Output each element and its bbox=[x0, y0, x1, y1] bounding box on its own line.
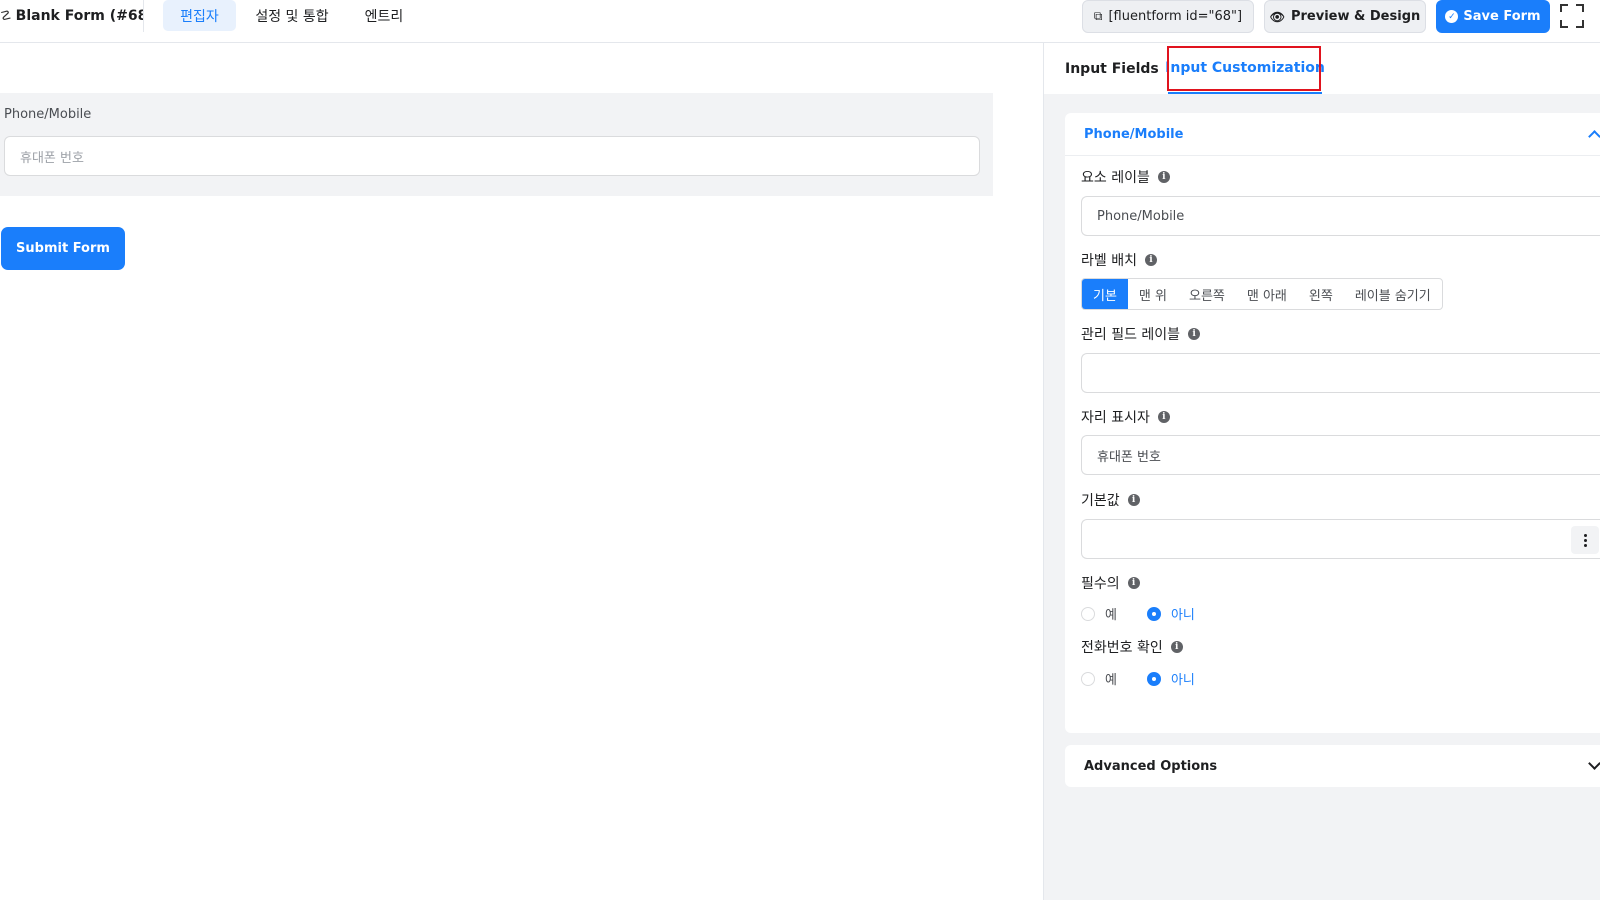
chevron-down-icon[interactable] bbox=[1588, 757, 1600, 770]
placement-option-default[interactable]: 기본 bbox=[1082, 279, 1128, 309]
advanced-options-title: Advanced Options bbox=[1084, 758, 1218, 774]
tab-entries[interactable]: 엔트리 bbox=[352, 0, 416, 31]
sidebar-tabs: Input Fields Input Customization bbox=[1044, 43, 1600, 94]
save-label: Save Form bbox=[1463, 9, 1541, 24]
info-icon[interactable]: i bbox=[1127, 577, 1140, 589]
admin-field-label-input[interactable] bbox=[1081, 353, 1600, 393]
placement-option-bottom[interactable]: 맨 아래 bbox=[1236, 279, 1298, 309]
label-placement-text: 라벨 배치 bbox=[1081, 253, 1137, 269]
placement-option-right[interactable]: 오른쪽 bbox=[1178, 279, 1236, 309]
tab-input-customization[interactable]: Input Customization bbox=[1165, 43, 1325, 94]
tab-settings-label: 설정 및 통합 bbox=[255, 8, 329, 25]
settings-sidebar: Input Fields Input Customization Phone/M… bbox=[1043, 43, 1600, 900]
placement-option-left[interactable]: 왼쪽 bbox=[1298, 279, 1344, 309]
form-title: ☡ Blank Form (#68) bbox=[0, 0, 144, 32]
admin-field-label-heading: 관리 필드 레이블 i bbox=[1081, 324, 1201, 344]
element-label-text: 요소 레이블 bbox=[1081, 170, 1150, 186]
form-canvas: Phone/Mobile 휴대폰 번호 Submit Form bbox=[0, 43, 1043, 900]
field-settings-card: Phone/Mobile 요소 레이블 i Phone/Mobile 라벨 배치… bbox=[1065, 113, 1600, 733]
element-label-input[interactable]: Phone/Mobile bbox=[1081, 196, 1600, 236]
copy-icon: ⧉ bbox=[1093, 9, 1103, 23]
shortcode-button[interactable]: ⧉ [fluentform id="68"] bbox=[1082, 0, 1254, 33]
phone-validation-radio-group: 예 아니 bbox=[1081, 669, 1225, 688]
tab-input-fields[interactable]: Input Fields bbox=[1065, 43, 1159, 94]
info-icon[interactable]: i bbox=[1157, 171, 1170, 183]
section-header[interactable]: Phone/Mobile bbox=[1065, 113, 1600, 156]
required-yes-label[interactable]: 예 bbox=[1105, 604, 1117, 623]
check-circle-icon: ✓ bbox=[1445, 10, 1459, 23]
section-title: Phone/Mobile bbox=[1084, 126, 1184, 142]
required-text: 필수의 bbox=[1081, 576, 1120, 592]
label-placement-segmented: 기본 맨 위 오른쪽 맨 아래 왼쪽 레이블 숨기기 bbox=[1081, 278, 1443, 310]
shortcode-label: [fluentform id="68"] bbox=[1108, 9, 1243, 24]
default-value-text: 기본값 bbox=[1081, 493, 1120, 509]
tab-editor[interactable]: 편집자 bbox=[163, 0, 236, 31]
element-label-heading: 요소 레이블 i bbox=[1081, 167, 1170, 187]
advanced-options-header[interactable]: Advanced Options bbox=[1065, 745, 1600, 787]
required-no-radio[interactable] bbox=[1146, 606, 1161, 621]
chevron-up-icon[interactable] bbox=[1588, 130, 1600, 143]
tab-entries-label: 엔트리 bbox=[364, 8, 404, 25]
placement-option-top[interactable]: 맨 위 bbox=[1128, 279, 1178, 309]
default-value-heading: 기본값 i bbox=[1081, 490, 1140, 510]
tab-editor-label: 편집자 bbox=[180, 8, 219, 25]
info-icon[interactable]: i bbox=[1157, 411, 1170, 423]
phone-field-input[interactable]: 휴대폰 번호 bbox=[4, 136, 980, 176]
form-title-text: Blank Form (#68) bbox=[15, 8, 144, 24]
eye-icon: 👁 bbox=[1269, 9, 1285, 24]
required-radio-group: 예 아니 bbox=[1081, 604, 1225, 623]
form-icon: ☡ bbox=[0, 8, 12, 24]
placeholder-input[interactable]: 휴대폰 번호 bbox=[1081, 435, 1600, 475]
phone-field-label: Phone/Mobile bbox=[4, 107, 92, 122]
advanced-options-card[interactable]: Advanced Options bbox=[1065, 745, 1600, 787]
required-heading: 필수의 i bbox=[1081, 573, 1140, 593]
placeholder-text: 자리 표시자 bbox=[1081, 410, 1150, 426]
fullscreen-icon[interactable] bbox=[1560, 4, 1584, 28]
validation-yes-radio[interactable] bbox=[1081, 671, 1095, 686]
validation-no-label[interactable]: 아니 bbox=[1171, 669, 1195, 688]
save-form-button[interactable]: ✓ Save Form bbox=[1436, 0, 1550, 33]
info-icon[interactable]: i bbox=[1188, 328, 1201, 340]
more-options-icon[interactable] bbox=[1571, 526, 1599, 554]
admin-field-label-text: 관리 필드 레이블 bbox=[1081, 327, 1181, 343]
default-value-input[interactable] bbox=[1081, 519, 1600, 559]
info-icon[interactable]: i bbox=[1127, 494, 1140, 506]
submit-form-button[interactable]: Submit Form bbox=[1, 227, 125, 270]
tab-settings-integrations[interactable]: 설정 및 통합 bbox=[242, 0, 342, 31]
preview-label: Preview & Design bbox=[1290, 9, 1421, 24]
phone-validation-text: 전화번호 확인 bbox=[1081, 640, 1163, 656]
required-yes-radio[interactable] bbox=[1081, 606, 1095, 621]
validation-no-radio[interactable] bbox=[1146, 671, 1161, 686]
placeholder-heading: 자리 표시자 i bbox=[1081, 407, 1170, 427]
preview-design-button[interactable]: 👁 Preview & Design bbox=[1264, 0, 1426, 33]
validation-yes-label[interactable]: 예 bbox=[1105, 669, 1117, 688]
placement-option-hide[interactable]: 레이블 숨기기 bbox=[1344, 279, 1442, 309]
top-bar: ☡ Blank Form (#68) 편집자 설정 및 통합 엔트리 ⧉ [fl… bbox=[0, 0, 1600, 43]
info-icon[interactable]: i bbox=[1144, 254, 1157, 266]
label-placement-heading: 라벨 배치 i bbox=[1081, 250, 1157, 270]
phone-validation-heading: 전화번호 확인 i bbox=[1081, 637, 1183, 657]
info-icon[interactable]: i bbox=[1170, 641, 1183, 653]
phone-field-block[interactable]: Phone/Mobile 휴대폰 번호 bbox=[0, 93, 993, 196]
required-no-label[interactable]: 아니 bbox=[1171, 604, 1195, 623]
